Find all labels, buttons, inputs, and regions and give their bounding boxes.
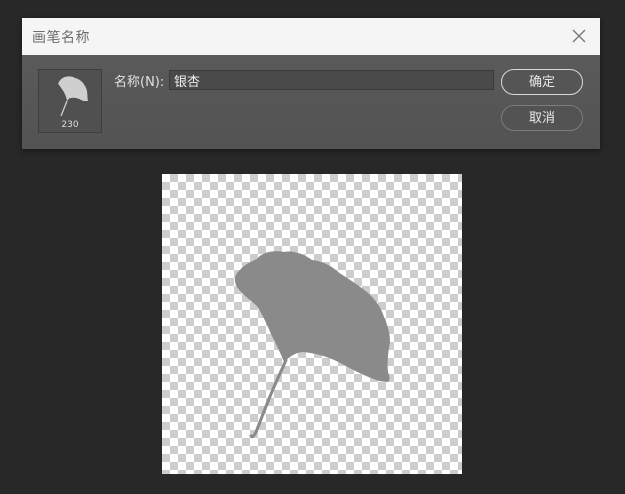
brush-canvas-preview	[162, 174, 462, 474]
brush-name-input[interactable]	[169, 70, 494, 90]
workspace: 画笔名称 230 名称(N): 确定 取消	[0, 0, 625, 494]
close-icon[interactable]	[570, 27, 588, 45]
ginkgo-leaf-icon	[58, 76, 88, 117]
dialog-title: 画笔名称	[32, 30, 90, 46]
cancel-button[interactable]: 取消	[501, 105, 583, 131]
brush-size-label: 230	[61, 120, 79, 130]
brush-name-dialog: 画笔名称 230 名称(N): 确定 取消	[22, 18, 600, 149]
ok-button[interactable]: 确定	[501, 69, 583, 95]
ginkgo-leaf-shape	[234, 251, 390, 439]
name-field-label: 名称(N):	[114, 75, 165, 90]
dialog-body: 230 名称(N): 确定 取消	[22, 55, 600, 149]
brush-thumbnail: 230	[38, 69, 102, 133]
dialog-titlebar[interactable]: 画笔名称	[22, 18, 600, 55]
